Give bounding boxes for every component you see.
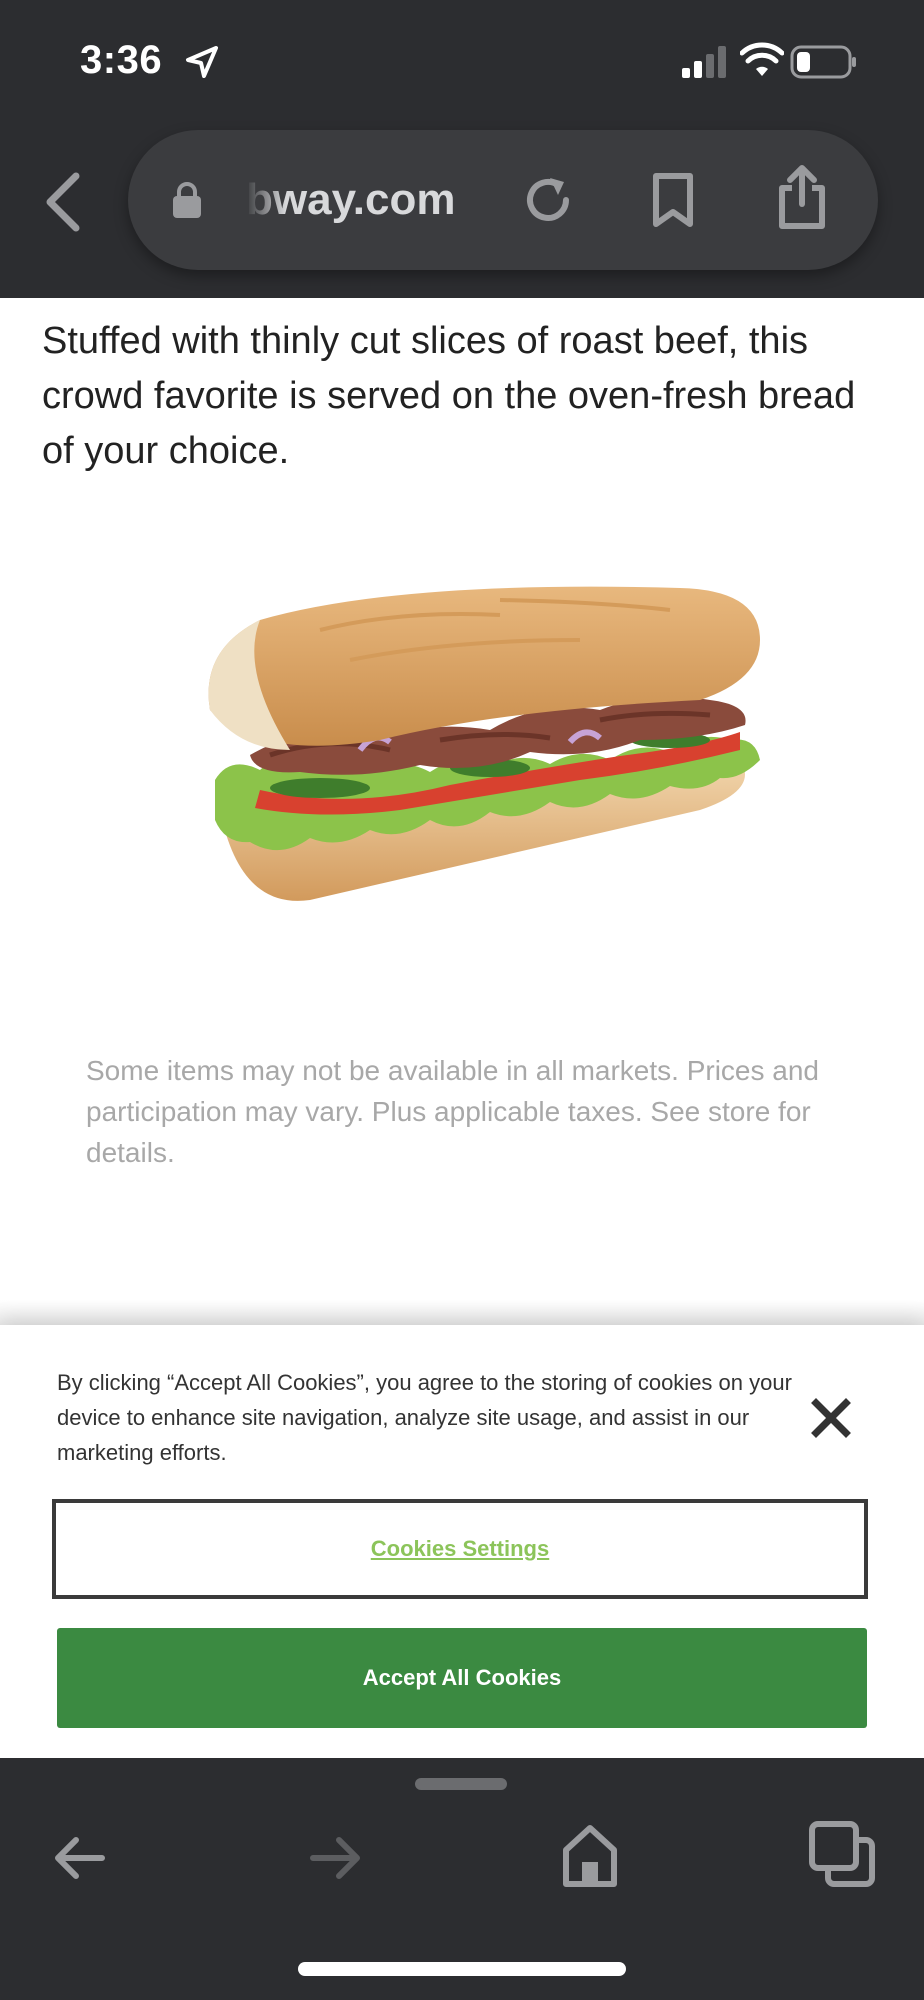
roast-beef-sandwich-image: [208, 586, 761, 901]
close-icon[interactable]: [810, 1397, 852, 1439]
location-arrow-icon: [186, 46, 218, 78]
disclaimer-text: Some items may not be available in all m…: [86, 1055, 819, 1168]
drag-handle[interactable]: [415, 1778, 507, 1790]
home-indicator[interactable]: [298, 1962, 626, 1976]
reload-icon[interactable]: [520, 172, 576, 228]
bookmark-icon[interactable]: [648, 172, 698, 228]
accept-all-cookies-button[interactable]: Accept All Cookies: [57, 1628, 867, 1728]
share-icon[interactable]: [774, 164, 830, 230]
url-text: bway.com: [246, 175, 456, 224]
url-fade: [246, 166, 286, 232]
cookies-settings-button[interactable]: Cookies Settings: [52, 1499, 868, 1599]
tabs-icon[interactable]: [808, 1820, 876, 1888]
status-time: 3:36: [80, 38, 163, 82]
browser-bottom-bar: [0, 1758, 924, 2000]
product-description: Stuffed with thinly cut slices of roast …: [42, 320, 856, 472]
back-chevron-icon[interactable]: [40, 170, 88, 234]
forward-arrow-icon[interactable]: [305, 1828, 365, 1888]
cookie-consent-banner: By clicking “Accept All Cookies”, you ag…: [0, 1325, 924, 1758]
cellular-signal-icon: [682, 46, 726, 78]
address-bar[interactable]: bway.com: [128, 130, 878, 270]
cookie-consent-text: By clicking “Accept All Cookies”, you ag…: [57, 1370, 792, 1465]
status-bar: 3:36: [0, 0, 924, 120]
wifi-icon: [740, 42, 784, 76]
back-arrow-icon[interactable]: [50, 1828, 110, 1888]
battery-icon: [790, 45, 856, 79]
banner-shadow: [0, 1300, 924, 1325]
lock-icon: [173, 182, 201, 218]
browser-toolbar: bway.com: [0, 120, 924, 298]
home-icon[interactable]: [560, 1822, 620, 1888]
